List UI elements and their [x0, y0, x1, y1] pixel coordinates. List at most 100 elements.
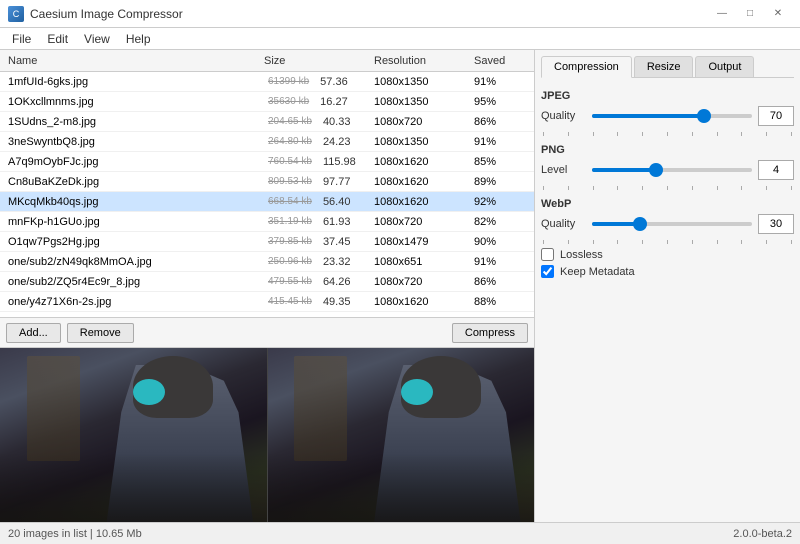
lossless-checkbox[interactable] [541, 248, 554, 261]
add-button[interactable]: Add... [6, 323, 61, 343]
menu-file[interactable]: File [4, 30, 39, 48]
keep-metadata-label: Keep Metadata [560, 266, 635, 278]
size-original: 61399 kb [264, 76, 313, 87]
right-panel: Compression Resize Output JPEG Quality 7… [535, 50, 800, 522]
menu-edit[interactable]: Edit [39, 30, 76, 48]
cell-saved: 88% [470, 296, 530, 308]
jpeg-quality-slider[interactable] [592, 108, 752, 124]
status-bar: 20 images in list | 10.65 Mb 2.0.0-beta.… [0, 522, 800, 544]
maximize-button[interactable]: □ [736, 4, 764, 24]
size-new: 49.35 [319, 296, 355, 308]
cell-name: 1OKxcllmnms.jpg [4, 96, 260, 108]
cell-resolution: 1080x1620 [370, 156, 470, 168]
cell-resolution: 1080x1350 [370, 76, 470, 88]
table-row[interactable]: 1OKxcllmnms.jpg 35630 kb 16.27 1080x1350… [0, 92, 534, 112]
col-name: Name [4, 55, 260, 67]
size-new: 64.26 [319, 276, 355, 288]
file-table: Name Size Resolution Saved 1mfUId-6gks.j… [0, 50, 534, 317]
png-level-slider[interactable] [592, 162, 752, 178]
cell-saved: 91% [470, 136, 530, 148]
cell-saved: 90% [470, 236, 530, 248]
cell-saved: 91% [470, 76, 530, 88]
cell-saved: 91% [470, 256, 530, 268]
cell-resolution: 1080x720 [370, 216, 470, 228]
main-container: Name Size Resolution Saved 1mfUId-6gks.j… [0, 50, 800, 522]
tab-compression[interactable]: Compression [541, 56, 632, 78]
cell-saved: 82% [470, 216, 530, 228]
table-row[interactable]: one/sub2/zN49qk8MmOA.jpg 250.96 kb 23.32… [0, 252, 534, 272]
table-row[interactable]: 3neSwyntbQ8.jpg 264.80 kb 24.23 1080x135… [0, 132, 534, 152]
keep-metadata-checkbox[interactable] [541, 265, 554, 278]
col-saved: Saved [470, 55, 530, 67]
jpeg-quality-row: Quality 70 [541, 106, 794, 126]
close-button[interactable]: ✕ [764, 4, 792, 24]
version-info: 2.0.0-beta.2 [733, 528, 792, 540]
cell-name: A7q9mOybFJc.jpg [4, 156, 260, 168]
size-original: 809.53 kb [264, 176, 316, 187]
size-original: 379.85 kb [264, 236, 316, 247]
preview-area [0, 347, 534, 522]
original-image [0, 348, 267, 522]
size-new: 115.98 [319, 156, 360, 168]
cell-saved: 86% [470, 116, 530, 128]
table-row[interactable]: one/sub2/ZQ5r4Ec9r_8.jpg 479.55 kb 64.26… [0, 272, 534, 292]
cell-name: 1SUdns_2-m8.jpg [4, 116, 260, 128]
table-row[interactable]: MKcqMkb40qs.jpg 668.54 kb 56.40 1080x162… [0, 192, 534, 212]
window-title: Caesium Image Compressor [30, 7, 183, 21]
size-original: 479.55 kb [264, 276, 316, 287]
table-header: Name Size Resolution Saved [0, 50, 534, 72]
cell-name: one/sub2/ZQ5r4Ec9r_8.jpg [4, 276, 260, 288]
table-row[interactable]: mnFKp-h1GUo.jpg 351.19 kb 61.93 1080x720… [0, 212, 534, 232]
left-panel: Name Size Resolution Saved 1mfUId-6gks.j… [0, 50, 535, 522]
cell-size: 204.65 kb 40.33 [260, 116, 370, 128]
jpeg-quality-label: Quality [541, 110, 586, 122]
table-row[interactable]: Cn8uBaKZeDk.jpg 809.53 kb 97.77 1080x162… [0, 172, 534, 192]
size-new: 40.33 [319, 116, 355, 128]
size-new: 61.93 [319, 216, 355, 228]
png-level-label: Level [541, 164, 586, 176]
jpeg-section-label: JPEG [541, 90, 794, 102]
webp-section-label: WebP [541, 198, 794, 210]
size-original: 415.45 kb [264, 296, 316, 307]
size-new: 24.23 [319, 136, 355, 148]
file-list-scroll[interactable]: 1mfUId-6gks.jpg 61399 kb 57.36 1080x1350… [0, 72, 534, 317]
table-row[interactable]: 1SUdns_2-m8.jpg 204.65 kb 40.33 1080x720… [0, 112, 534, 132]
tab-resize[interactable]: Resize [634, 56, 694, 77]
cell-name: one/sub2/zN49qk8MmOA.jpg [4, 256, 260, 268]
cell-name: O1qw7Pgs2Hg.jpg [4, 236, 260, 248]
cell-name: 3neSwyntbQ8.jpg [4, 136, 260, 148]
png-section-label: PNG [541, 144, 794, 156]
tab-output[interactable]: Output [695, 56, 754, 77]
cell-size: 35630 kb 16.27 [260, 96, 370, 108]
jpeg-quality-value[interactable]: 70 [758, 106, 794, 126]
table-row[interactable]: A7q9mOybFJc.jpg 760.54 kb 115.98 1080x16… [0, 152, 534, 172]
size-new: 56.40 [319, 196, 355, 208]
cell-name: Cn8uBaKZeDk.jpg [4, 176, 260, 188]
status-info: 20 images in list | 10.65 Mb [8, 528, 142, 540]
webp-ticks [541, 240, 794, 244]
col-resolution: Resolution [370, 55, 470, 67]
minimize-button[interactable]: — [708, 4, 736, 24]
menu-view[interactable]: View [76, 30, 118, 48]
menu-help[interactable]: Help [118, 30, 159, 48]
size-original: 264.80 kb [264, 136, 316, 147]
size-original: 250.96 kb [264, 256, 316, 267]
cell-size: 264.80 kb 24.23 [260, 136, 370, 148]
table-row[interactable]: 1mfUId-6gks.jpg 61399 kb 57.36 1080x1350… [0, 72, 534, 92]
compress-button[interactable]: Compress [452, 323, 528, 343]
table-row[interactable]: one/y4z71X6n-2s.jpg 415.45 kb 49.35 1080… [0, 292, 534, 312]
compressed-image [268, 348, 535, 522]
png-ticks [541, 186, 794, 190]
col-size: Size [260, 55, 370, 67]
cell-resolution: 1080x1479 [370, 236, 470, 248]
table-row[interactable]: O1qw7Pgs2Hg.jpg 379.85 kb 37.45 1080x147… [0, 232, 534, 252]
webp-quality-value[interactable]: 30 [758, 214, 794, 234]
preview-original [0, 348, 268, 522]
cell-resolution: 1080x1620 [370, 296, 470, 308]
size-new: 37.45 [319, 236, 355, 248]
size-original: 760.54 kb [264, 156, 316, 167]
png-level-value[interactable]: 4 [758, 160, 794, 180]
cell-saved: 85% [470, 156, 530, 168]
webp-quality-slider[interactable] [592, 216, 752, 232]
remove-button[interactable]: Remove [67, 323, 134, 343]
